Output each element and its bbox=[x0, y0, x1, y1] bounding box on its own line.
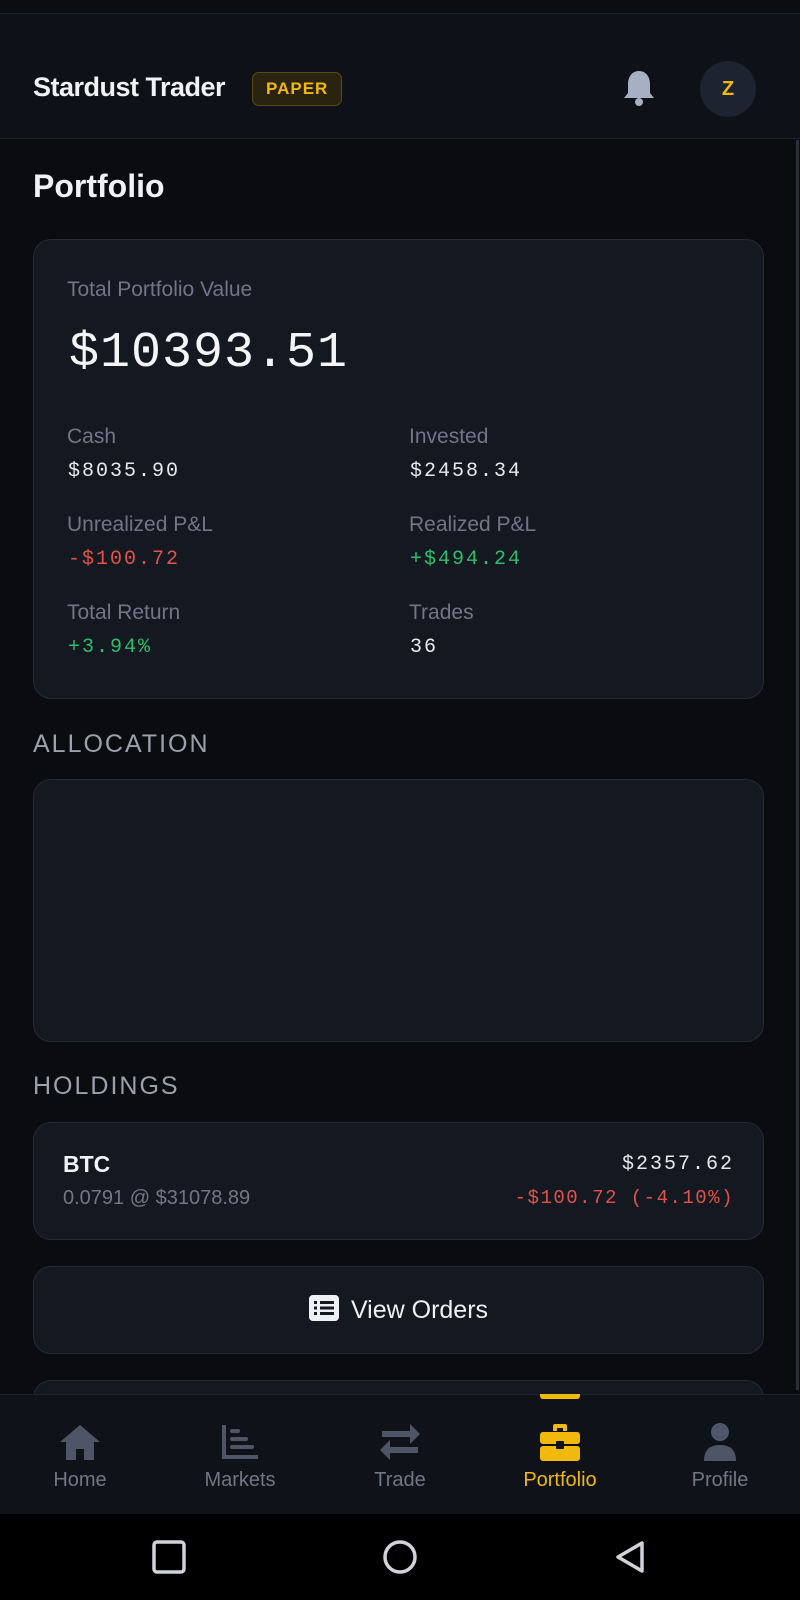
nav-portfolio[interactable]: Portfolio bbox=[480, 1395, 640, 1515]
nav-home-label: Home bbox=[53, 1469, 107, 1491]
holdings-heading: HOLDINGS bbox=[33, 1072, 180, 1100]
view-orders-button[interactable]: View Orders bbox=[33, 1266, 764, 1354]
swap-arrows-icon bbox=[378, 1421, 422, 1463]
holding-symbol: BTC bbox=[63, 1151, 111, 1177]
total-return-label: Total Return bbox=[67, 601, 181, 624]
briefcase-icon bbox=[538, 1421, 582, 1463]
nav-profile[interactable]: Profile bbox=[640, 1395, 800, 1515]
avatar[interactable]: Z bbox=[700, 61, 756, 117]
active-tab-indicator bbox=[540, 1394, 580, 1399]
system-navigation-bar bbox=[0, 1514, 800, 1600]
view-orders-label: View Orders bbox=[350, 1295, 489, 1324]
app-title: Stardust Trader bbox=[33, 72, 226, 102]
portfolio-summary-card: Total Portfolio Value $10393.51 Cash $80… bbox=[33, 239, 764, 699]
total-value: $10393.51 bbox=[69, 325, 349, 382]
user-icon bbox=[698, 1421, 742, 1463]
back-triangle-icon[interactable] bbox=[612, 1539, 648, 1575]
nav-trade-label: Trade bbox=[374, 1469, 426, 1491]
chart-bars-icon bbox=[218, 1421, 262, 1463]
page-title: Portfolio bbox=[33, 168, 165, 204]
realized-pnl-label: Realized P&L bbox=[409, 513, 537, 536]
unrealized-pnl-label: Unrealized P&L bbox=[67, 513, 213, 536]
trades-value: 36 bbox=[410, 636, 439, 659]
recent-apps-icon[interactable] bbox=[151, 1539, 187, 1575]
scrollbar[interactable] bbox=[796, 140, 799, 1390]
home-icon bbox=[58, 1421, 102, 1463]
app-header: Stardust Trader PAPER Z bbox=[0, 14, 800, 139]
status-bar bbox=[0, 0, 800, 14]
realized-pnl-value: +$494.24 bbox=[410, 548, 523, 571]
total-value-label: Total Portfolio Value bbox=[67, 278, 253, 301]
invested-label: Invested bbox=[409, 425, 489, 448]
cash-value: $8035.90 bbox=[68, 460, 181, 483]
list-icon bbox=[308, 1294, 339, 1326]
holding-detail: 0.0791 @ $31078.89 bbox=[63, 1187, 251, 1209]
bell-icon[interactable] bbox=[620, 68, 658, 108]
nav-home[interactable]: Home bbox=[0, 1395, 160, 1515]
nav-trade[interactable]: Trade bbox=[320, 1395, 480, 1515]
allocation-chart-card bbox=[33, 779, 764, 1042]
cash-label: Cash bbox=[67, 425, 117, 448]
home-circle-icon[interactable] bbox=[382, 1539, 418, 1575]
holding-change: -$100.72 (-4.10%) bbox=[514, 1187, 734, 1209]
trades-label: Trades bbox=[409, 601, 474, 624]
bottom-navigation: Home Markets Trade Portfolio Profile bbox=[0, 1394, 800, 1514]
nav-markets[interactable]: Markets bbox=[160, 1395, 320, 1515]
unrealized-pnl-value: -$100.72 bbox=[68, 548, 181, 571]
nav-profile-label: Profile bbox=[691, 1469, 749, 1491]
holding-value: $2357.62 bbox=[621, 1153, 734, 1176]
paper-mode-badge: PAPER bbox=[252, 72, 343, 106]
nav-markets-label: Markets bbox=[204, 1469, 276, 1491]
holding-row-btc[interactable]: BTC 0.0791 @ $31078.89 $2357.62 -$100.72… bbox=[33, 1122, 764, 1240]
invested-value: $2458.34 bbox=[410, 460, 523, 483]
nav-portfolio-label: Portfolio bbox=[523, 1469, 597, 1491]
total-return-value: +3.94% bbox=[68, 636, 153, 659]
allocation-heading: ALLOCATION bbox=[33, 730, 210, 758]
